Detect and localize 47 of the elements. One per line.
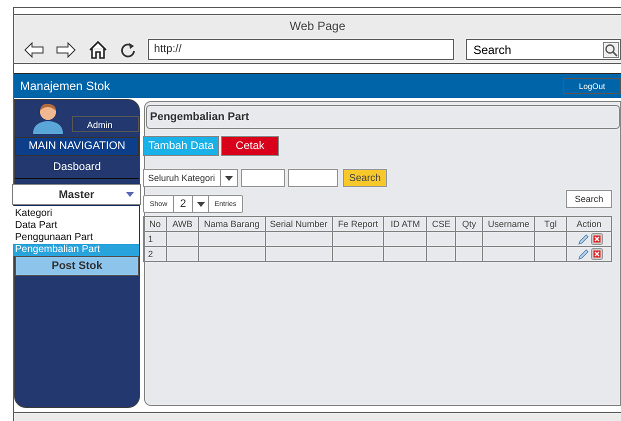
input-field[interactable] bbox=[241, 169, 285, 187]
pencil-icon[interactable] bbox=[578, 234, 588, 244]
nav-item[interactable]: Data Part bbox=[13, 220, 139, 232]
nav-item[interactable]: Penggunaan Part bbox=[13, 232, 139, 244]
master-dropdown[interactable]: Master bbox=[12, 184, 141, 205]
home-icon[interactable] bbox=[88, 40, 108, 60]
nav-item[interactable]: Dasboard bbox=[15, 156, 139, 179]
column-header: No bbox=[144, 216, 166, 232]
input-field[interactable] bbox=[288, 169, 338, 187]
search-icon[interactable] bbox=[603, 42, 619, 58]
delete-icon[interactable] bbox=[590, 233, 602, 245]
column-header: AWB bbox=[166, 216, 198, 232]
pencil-icon[interactable] bbox=[578, 248, 588, 260]
url-field[interactable]: http:// bbox=[148, 39, 454, 60]
page-title: Pengembalian Part bbox=[146, 105, 620, 129]
caret-icon bbox=[126, 192, 134, 197]
delete-icon[interactable] bbox=[590, 248, 602, 260]
column-header: Serial Number bbox=[265, 216, 332, 232]
category-select[interactable]: Seluruh Kategori bbox=[143, 169, 238, 187]
column-header: Fe Report bbox=[332, 216, 384, 232]
nav-heading: MAIN NAVIGATION bbox=[15, 137, 139, 156]
nav-item[interactable]: Kategori bbox=[13, 208, 139, 220]
forward-icon[interactable] bbox=[56, 42, 76, 58]
nav-item[interactable]: Post Stok bbox=[15, 256, 139, 276]
column-header: Username bbox=[482, 216, 535, 232]
table-cell: 2 bbox=[144, 246, 166, 262]
column-header: Nama Barang bbox=[198, 216, 266, 232]
print-button[interactable]: Cetak bbox=[221, 136, 279, 156]
table-cell: 1 bbox=[144, 232, 166, 246]
app-title: Manajemen Stok bbox=[20, 79, 110, 93]
user-avatar-icon bbox=[30, 102, 66, 134]
column-header: Qty bbox=[456, 216, 483, 232]
column-header: Action bbox=[566, 216, 612, 232]
caret-icon bbox=[225, 176, 233, 180]
search-field[interactable]: Search bbox=[466, 39, 621, 60]
column-header: CSE bbox=[426, 216, 456, 232]
caret-icon[interactable] bbox=[196, 202, 204, 206]
username-label: Admin bbox=[72, 116, 139, 132]
entries-select[interactable]: 2 bbox=[173, 196, 192, 212]
back-icon[interactable] bbox=[24, 42, 44, 58]
reload-icon[interactable] bbox=[120, 40, 136, 58]
search-button[interactable]: Search bbox=[566, 190, 612, 208]
column-header: Tgl bbox=[534, 216, 567, 232]
window-title: Web Page bbox=[288, 19, 346, 33]
logout-button[interactable]: LogOut bbox=[563, 78, 621, 94]
search-button[interactable]: Search bbox=[343, 169, 387, 187]
column-header: ID ATM bbox=[384, 216, 427, 232]
